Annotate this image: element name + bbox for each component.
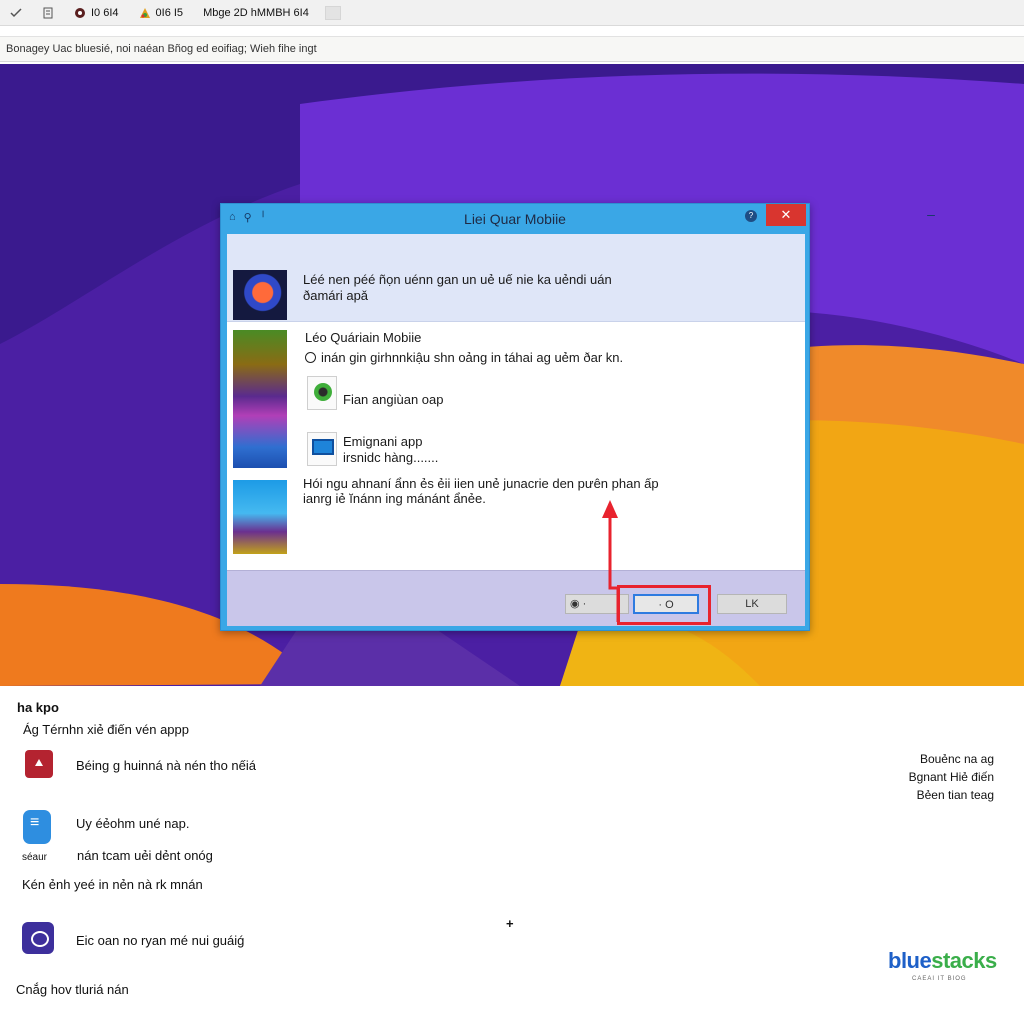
new-tab-button[interactable] [324,5,341,20]
tab-check[interactable] [0,0,32,26]
minimize-button[interactable]: – [921,207,941,224]
game-artwork-secondary [233,480,287,554]
text-line: nán tcam uẻi dẻnt onóg [77,848,213,863]
app-header-line2: ðamári apǎ [303,288,369,303]
section-heading: ha kpo [17,700,59,715]
monitor-icon [312,439,334,455]
browser-tab-strip: I0 6I4 0I6 I5 Mbge 2D hMMBH 6I4 [0,0,1024,26]
text-line: Kén ẻnh yeé in nẻn nà rk mnán [22,877,203,892]
tab-record[interactable]: I0 6I4 [64,0,129,26]
tab-colorful[interactable]: 0I6 I5 [129,0,194,26]
address-text: Bonagey Uac bluesié, noi naéan Bñog ed e… [6,43,317,55]
tab-label: Mbge 2D hMMBH 6I4 [203,6,309,19]
game-artwork [233,330,287,468]
option-icon-2[interactable] [307,432,337,466]
document-icon [23,810,51,844]
app-icon [314,383,332,401]
installer-dialog: ⌂ ⚲ ╵ Liei Quar Mobiie – ? ✕ Léé nen péé… [220,203,935,631]
article-section: ha kpo Ág Térnhn xiẻ điến vén appp Béing… [0,686,1024,1024]
emulator-icon [22,922,54,954]
radio-button[interactable] [305,352,316,363]
app-header-row: Léé nen péé ñọn uénn gan un uẻ uế nie ka… [227,234,805,322]
text-line: Eic oan no ryan mé nui guáiǵ [76,933,245,948]
icon-caption: séaur [22,852,48,863]
highlight-box [617,585,711,625]
app-store-icon [25,750,53,778]
plus-icon: + [506,916,514,931]
app-header-line1: Léé nen péé ñọn uénn gan un uẻ uế nie ka… [303,272,612,287]
close-button[interactable]: ✕ [766,204,806,226]
tab-active[interactable]: Mbge 2D hMMBH 6I4 [193,0,319,26]
address-bar[interactable]: Bonagey Uac bluesié, noi naéan Bñog ed e… [0,36,1024,62]
app-thumbnail [233,270,287,320]
side-notes: Bouẻnc na ag Bgnant Hiẻ điến Bẻen tian t… [909,750,994,804]
tab-page[interactable] [32,0,64,26]
bluestacks-logo: bluestacks [888,948,997,973]
radio-label: inán gin girhnnkiậu shn oảng in táhai ag… [321,350,624,365]
section-title: Léo Quáriain Mobiie [305,330,422,345]
description-line1: Hói ngu ahnaní ẩnn ẻs ẻii iien unẻ junac… [303,476,659,491]
colorful-icon [139,7,151,19]
record-icon [74,7,86,19]
text-line: Ág Térnhn xiẻ điến vén appp [23,722,189,737]
dialog-title: Liei Quar Mobiie [464,211,566,227]
page-icon [42,7,54,19]
side-note: Bgnant Hiẻ điến [908,770,994,784]
text-line: Cnắg hov tluriá nán [16,982,129,997]
option-icon-1[interactable] [307,376,337,410]
option-label-1: Fian angiùan oap [343,392,444,407]
check-icon [10,7,22,19]
option-label-2-line1: Emignani app [343,434,423,449]
back-icon: ◉ · [570,598,587,610]
tab-label: 0I6 I5 [155,6,184,19]
tab-label: I0 6I4 [91,6,119,19]
annotation-arrow [602,500,620,622]
ok-button-label: LK [745,598,759,610]
text-line: Uy éẻohm uné nap. [76,816,190,831]
radio-option[interactable]: inán gin girhnnkiậu shn oảng in táhai ag… [305,350,623,365]
dialog-body: Léé nen péé ñọn uénn gan un uẻ uế nie ka… [227,234,805,626]
ok-button[interactable]: LK [717,594,787,614]
help-button[interactable]: ? [745,210,757,222]
side-note: Bouẻnc na ag [919,752,994,766]
option-label-2-line2: irsnidc hàng....... [343,450,439,465]
logo-subtitle: CAEAI IT BIOG [912,976,967,982]
option-label-2: Emignani app irsnidc hàng....... [343,434,438,466]
text-line: Béing g huinná nà nén tho nếiá [76,758,256,773]
dialog-titlebar[interactable]: ⌂ ⚲ ╵ Liei Quar Mobiie – ? ✕ [221,204,935,232]
side-note: Bẻen tian teag [916,788,994,802]
dialog-footer: ◉ · · O LK [227,570,805,626]
